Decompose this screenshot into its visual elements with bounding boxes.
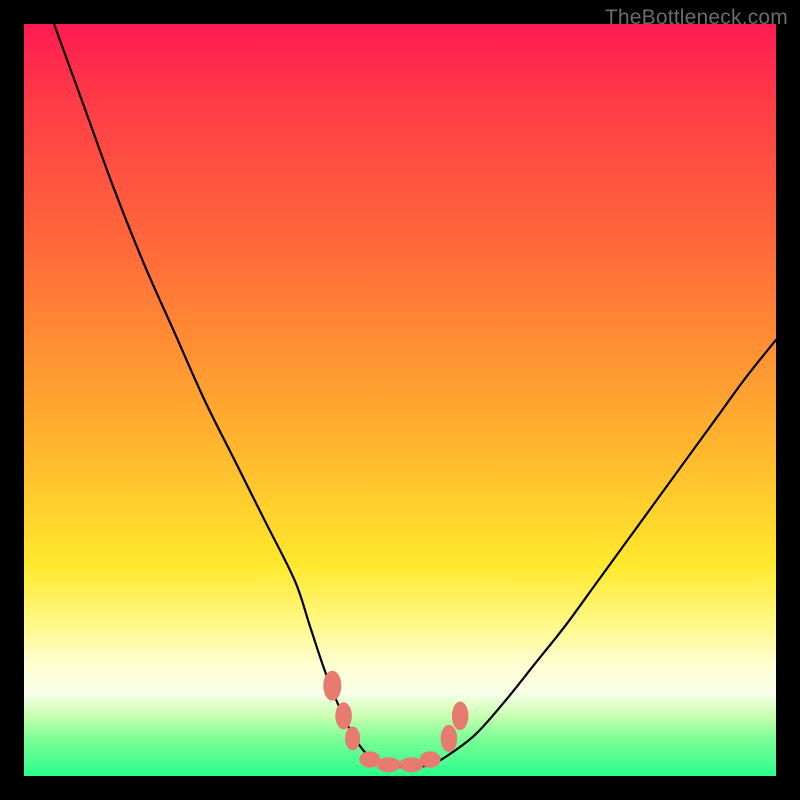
bottleneck-curve (54, 24, 776, 767)
curve-marker (420, 751, 441, 768)
curve-marker (323, 671, 341, 701)
curve-markers (323, 671, 468, 773)
curve-marker (345, 726, 360, 750)
curve-marker (399, 757, 423, 772)
curve-marker (441, 725, 458, 752)
chart-frame: TheBottleneck.com (0, 0, 800, 800)
curve-marker (335, 702, 352, 729)
chart-svg (24, 24, 776, 776)
curve-marker (452, 702, 469, 731)
chart-plot-area (24, 24, 776, 776)
curve-marker (377, 757, 401, 772)
watermark-text: TheBottleneck.com (605, 6, 788, 30)
curve-marker (359, 751, 380, 768)
